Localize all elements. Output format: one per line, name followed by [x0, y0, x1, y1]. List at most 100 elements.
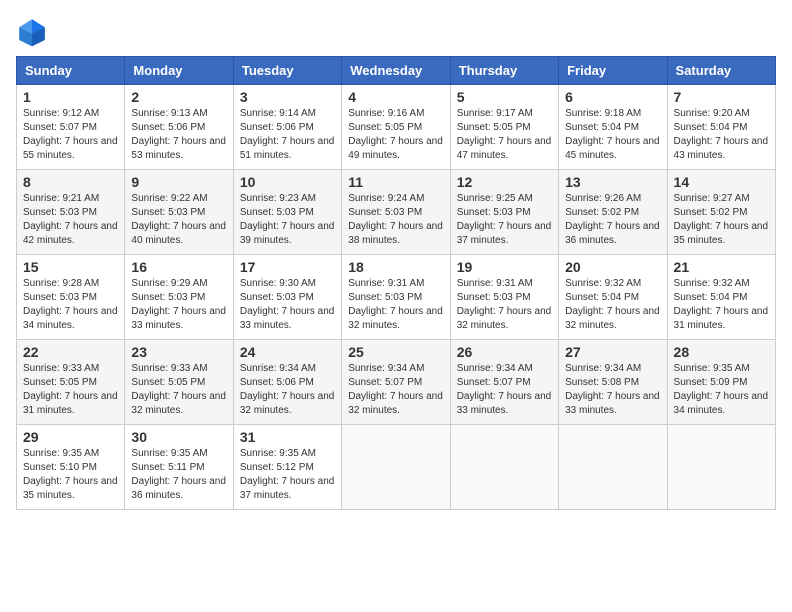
day-number: 13	[565, 174, 660, 190]
calendar-cell: 12 Sunrise: 9:25 AMSunset: 5:03 PMDaylig…	[450, 170, 558, 255]
day-number: 24	[240, 344, 335, 360]
calendar-cell: 25 Sunrise: 9:34 AMSunset: 5:07 PMDaylig…	[342, 340, 450, 425]
calendar-cell: 3 Sunrise: 9:14 AMSunset: 5:06 PMDayligh…	[233, 85, 341, 170]
day-info: Sunrise: 9:27 AMSunset: 5:02 PMDaylight:…	[674, 192, 769, 248]
calendar-cell: 10 Sunrise: 9:23 AMSunset: 5:03 PMDaylig…	[233, 170, 341, 255]
calendar-cell: 31 Sunrise: 9:35 AMSunset: 5:12 PMDaylig…	[233, 425, 341, 510]
header-sunday: Sunday	[17, 57, 125, 85]
header-thursday: Thursday	[450, 57, 558, 85]
day-number: 16	[131, 259, 226, 275]
logo	[16, 16, 54, 48]
day-number: 25	[348, 344, 443, 360]
calendar-cell: 9 Sunrise: 9:22 AMSunset: 5:03 PMDayligh…	[125, 170, 233, 255]
calendar-cell	[559, 425, 667, 510]
day-info: Sunrise: 9:34 AMSunset: 5:07 PMDaylight:…	[457, 362, 552, 418]
day-info: Sunrise: 9:26 AMSunset: 5:02 PMDaylight:…	[565, 192, 660, 248]
calendar-cell: 7 Sunrise: 9:20 AMSunset: 5:04 PMDayligh…	[667, 85, 775, 170]
calendar-cell: 2 Sunrise: 9:13 AMSunset: 5:06 PMDayligh…	[125, 85, 233, 170]
day-number: 11	[348, 174, 443, 190]
day-info: Sunrise: 9:33 AMSunset: 5:05 PMDaylight:…	[131, 362, 226, 418]
day-info: Sunrise: 9:32 AMSunset: 5:04 PMDaylight:…	[674, 277, 769, 333]
day-number: 18	[348, 259, 443, 275]
calendar-cell: 1 Sunrise: 9:12 AMSunset: 5:07 PMDayligh…	[17, 85, 125, 170]
day-info: Sunrise: 9:29 AMSunset: 5:03 PMDaylight:…	[131, 277, 226, 333]
day-info: Sunrise: 9:34 AMSunset: 5:06 PMDaylight:…	[240, 362, 335, 418]
page-header	[16, 16, 776, 48]
day-number: 29	[23, 429, 118, 445]
day-number: 30	[131, 429, 226, 445]
day-number: 15	[23, 259, 118, 275]
day-info: Sunrise: 9:20 AMSunset: 5:04 PMDaylight:…	[674, 107, 769, 163]
day-number: 22	[23, 344, 118, 360]
calendar-week-row: 22 Sunrise: 9:33 AMSunset: 5:05 PMDaylig…	[17, 340, 776, 425]
calendar-cell: 6 Sunrise: 9:18 AMSunset: 5:04 PMDayligh…	[559, 85, 667, 170]
calendar-week-row: 8 Sunrise: 9:21 AMSunset: 5:03 PMDayligh…	[17, 170, 776, 255]
calendar-cell: 28 Sunrise: 9:35 AMSunset: 5:09 PMDaylig…	[667, 340, 775, 425]
day-info: Sunrise: 9:30 AMSunset: 5:03 PMDaylight:…	[240, 277, 335, 333]
day-info: Sunrise: 9:35 AMSunset: 5:11 PMDaylight:…	[131, 447, 226, 503]
day-number: 23	[131, 344, 226, 360]
calendar-week-row: 1 Sunrise: 9:12 AMSunset: 5:07 PMDayligh…	[17, 85, 776, 170]
logo-icon	[16, 16, 48, 48]
day-info: Sunrise: 9:24 AMSunset: 5:03 PMDaylight:…	[348, 192, 443, 248]
calendar-cell: 27 Sunrise: 9:34 AMSunset: 5:08 PMDaylig…	[559, 340, 667, 425]
day-number: 9	[131, 174, 226, 190]
day-number: 31	[240, 429, 335, 445]
day-info: Sunrise: 9:13 AMSunset: 5:06 PMDaylight:…	[131, 107, 226, 163]
day-info: Sunrise: 9:31 AMSunset: 5:03 PMDaylight:…	[457, 277, 552, 333]
day-info: Sunrise: 9:35 AMSunset: 5:12 PMDaylight:…	[240, 447, 335, 503]
calendar-cell: 17 Sunrise: 9:30 AMSunset: 5:03 PMDaylig…	[233, 255, 341, 340]
calendar-cell: 13 Sunrise: 9:26 AMSunset: 5:02 PMDaylig…	[559, 170, 667, 255]
day-info: Sunrise: 9:18 AMSunset: 5:04 PMDaylight:…	[565, 107, 660, 163]
day-info: Sunrise: 9:34 AMSunset: 5:08 PMDaylight:…	[565, 362, 660, 418]
day-number: 4	[348, 89, 443, 105]
calendar-cell: 11 Sunrise: 9:24 AMSunset: 5:03 PMDaylig…	[342, 170, 450, 255]
day-number: 12	[457, 174, 552, 190]
calendar-cell	[450, 425, 558, 510]
day-number: 17	[240, 259, 335, 275]
header-wednesday: Wednesday	[342, 57, 450, 85]
day-info: Sunrise: 9:21 AMSunset: 5:03 PMDaylight:…	[23, 192, 118, 248]
day-number: 19	[457, 259, 552, 275]
calendar-cell: 24 Sunrise: 9:34 AMSunset: 5:06 PMDaylig…	[233, 340, 341, 425]
day-number: 21	[674, 259, 769, 275]
day-number: 28	[674, 344, 769, 360]
calendar-cell: 4 Sunrise: 9:16 AMSunset: 5:05 PMDayligh…	[342, 85, 450, 170]
calendar-cell	[667, 425, 775, 510]
calendar-cell: 26 Sunrise: 9:34 AMSunset: 5:07 PMDaylig…	[450, 340, 558, 425]
header-friday: Friday	[559, 57, 667, 85]
calendar-cell: 20 Sunrise: 9:32 AMSunset: 5:04 PMDaylig…	[559, 255, 667, 340]
day-number: 14	[674, 174, 769, 190]
day-info: Sunrise: 9:14 AMSunset: 5:06 PMDaylight:…	[240, 107, 335, 163]
day-number: 7	[674, 89, 769, 105]
day-info: Sunrise: 9:22 AMSunset: 5:03 PMDaylight:…	[131, 192, 226, 248]
calendar-header-row: SundayMondayTuesdayWednesdayThursdayFrid…	[17, 57, 776, 85]
day-info: Sunrise: 9:35 AMSunset: 5:09 PMDaylight:…	[674, 362, 769, 418]
calendar-cell: 5 Sunrise: 9:17 AMSunset: 5:05 PMDayligh…	[450, 85, 558, 170]
day-info: Sunrise: 9:34 AMSunset: 5:07 PMDaylight:…	[348, 362, 443, 418]
calendar-cell: 14 Sunrise: 9:27 AMSunset: 5:02 PMDaylig…	[667, 170, 775, 255]
calendar-cell: 18 Sunrise: 9:31 AMSunset: 5:03 PMDaylig…	[342, 255, 450, 340]
calendar-cell: 30 Sunrise: 9:35 AMSunset: 5:11 PMDaylig…	[125, 425, 233, 510]
calendar-cell: 29 Sunrise: 9:35 AMSunset: 5:10 PMDaylig…	[17, 425, 125, 510]
day-info: Sunrise: 9:33 AMSunset: 5:05 PMDaylight:…	[23, 362, 118, 418]
day-number: 8	[23, 174, 118, 190]
calendar-cell: 22 Sunrise: 9:33 AMSunset: 5:05 PMDaylig…	[17, 340, 125, 425]
calendar-cell: 8 Sunrise: 9:21 AMSunset: 5:03 PMDayligh…	[17, 170, 125, 255]
day-info: Sunrise: 9:16 AMSunset: 5:05 PMDaylight:…	[348, 107, 443, 163]
day-info: Sunrise: 9:25 AMSunset: 5:03 PMDaylight:…	[457, 192, 552, 248]
day-info: Sunrise: 9:17 AMSunset: 5:05 PMDaylight:…	[457, 107, 552, 163]
header-tuesday: Tuesday	[233, 57, 341, 85]
header-monday: Monday	[125, 57, 233, 85]
day-number: 27	[565, 344, 660, 360]
calendar-cell: 16 Sunrise: 9:29 AMSunset: 5:03 PMDaylig…	[125, 255, 233, 340]
day-number: 1	[23, 89, 118, 105]
day-info: Sunrise: 9:31 AMSunset: 5:03 PMDaylight:…	[348, 277, 443, 333]
calendar-cell	[342, 425, 450, 510]
day-number: 20	[565, 259, 660, 275]
day-number: 3	[240, 89, 335, 105]
calendar-week-row: 29 Sunrise: 9:35 AMSunset: 5:10 PMDaylig…	[17, 425, 776, 510]
calendar-cell: 19 Sunrise: 9:31 AMSunset: 5:03 PMDaylig…	[450, 255, 558, 340]
calendar-cell: 23 Sunrise: 9:33 AMSunset: 5:05 PMDaylig…	[125, 340, 233, 425]
day-info: Sunrise: 9:28 AMSunset: 5:03 PMDaylight:…	[23, 277, 118, 333]
